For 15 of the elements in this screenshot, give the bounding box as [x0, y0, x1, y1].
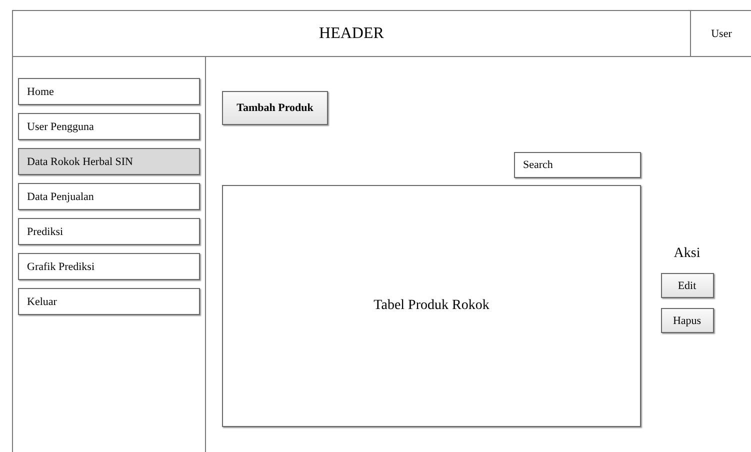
sidebar-item[interactable]: Prediksi: [18, 218, 200, 245]
action-button[interactable]: Hapus: [660, 308, 714, 333]
action-button[interactable]: Edit: [660, 273, 714, 298]
sidebar-item[interactable]: Keluar: [18, 288, 200, 315]
sidebar-item[interactable]: User Pengguna: [18, 113, 200, 140]
sidebar-item[interactable]: Grafik Prediksi: [18, 253, 200, 280]
search-field[interactable]: Search: [514, 152, 641, 178]
add-product-button[interactable]: Tambah Produk: [222, 91, 328, 125]
sidebar-item[interactable]: Data Rokok Herbal SIN: [18, 148, 200, 175]
sidebar-item[interactable]: Data Penjualan: [18, 183, 200, 210]
user-label[interactable]: User: [711, 28, 732, 40]
actions-label: Aksi: [674, 246, 700, 262]
header-title: HEADER: [319, 24, 384, 42]
sidebar-item[interactable]: Home: [18, 78, 200, 105]
product-table: Tabel Produk Rokok: [222, 185, 641, 427]
